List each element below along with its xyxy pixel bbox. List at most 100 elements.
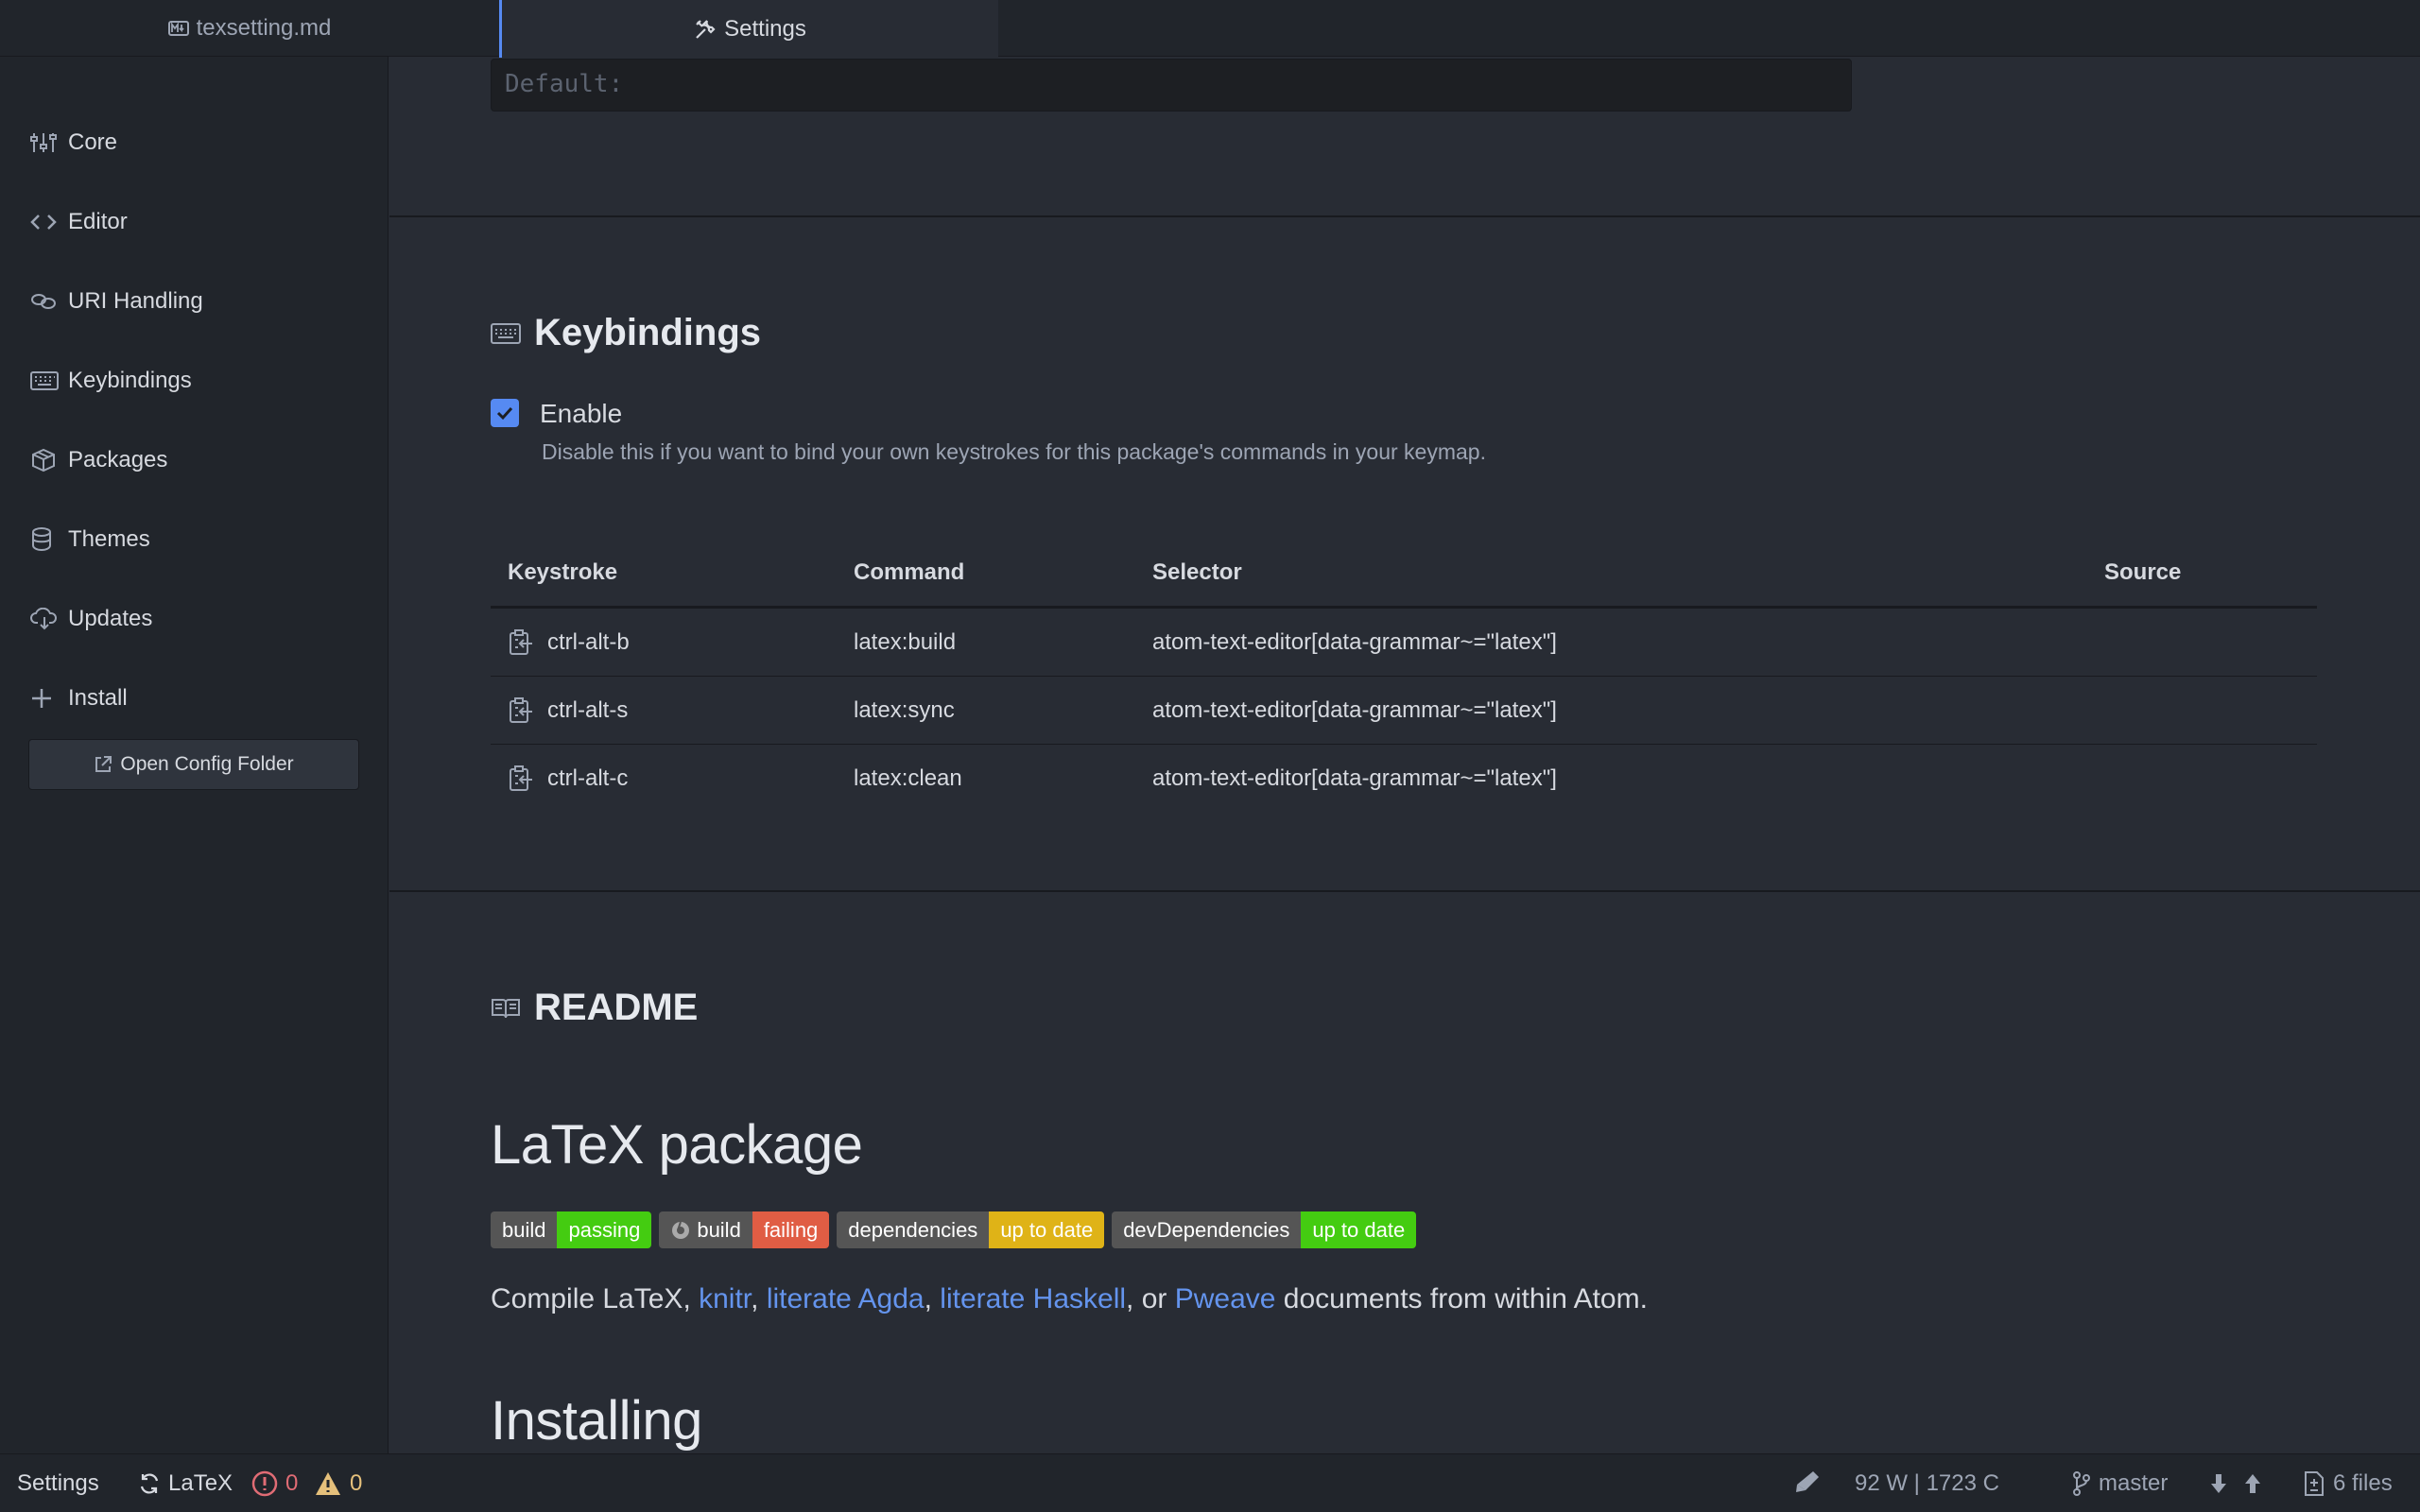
status-teletype[interactable] <box>1794 1454 1823 1512</box>
badge-label: dependencies <box>837 1211 990 1248</box>
clippy-icon[interactable] <box>508 628 534 657</box>
selector-cell: atom-text-editor[data-grammar~="latex"] <box>1152 696 1557 723</box>
files-count: 6 files <box>2333 1470 2393 1496</box>
sidebar-item-label: Install <box>68 685 128 711</box>
column-header-command: Command <box>854 558 965 585</box>
command-cell: latex:clean <box>854 765 962 791</box>
keybindings-table: Keystroke Command Selector Source ctrl-a… <box>491 539 2317 813</box>
column-header-keystroke: Keystroke <box>508 558 618 585</box>
warning-icon <box>314 1470 342 1497</box>
section-divider <box>389 890 2420 892</box>
error-icon <box>251 1470 278 1497</box>
enable-checkbox[interactable] <box>491 399 519 427</box>
keybindings-title: Keybindings <box>534 312 762 353</box>
status-grammar[interactable]: LaTeX <box>138 1454 233 1512</box>
settings-sidebar: Core Editor URI Handling Keybindings Pac… <box>0 57 389 1453</box>
tools-icon <box>694 18 717 41</box>
clippy-icon[interactable] <box>508 696 534 725</box>
installing-heading: Installing <box>491 1390 702 1452</box>
sidebar-item-install[interactable]: Install <box>30 670 371 727</box>
plus-icon <box>30 687 68 710</box>
sidebar-item-label: Core <box>68 129 118 155</box>
tab-settings[interactable]: Settings <box>499 0 998 58</box>
file-diff-icon <box>2303 1470 2325 1497</box>
sidebar-item-editor[interactable]: Editor <box>30 194 371 250</box>
dependencies-badge[interactable]: dependencies up to date <box>837 1211 1105 1248</box>
badge-value: up to date <box>989 1211 1105 1248</box>
build-passing-badge[interactable]: build passing <box>491 1211 652 1248</box>
command-cell: latex:sync <box>854 696 955 723</box>
keybindings-section-title: Keybindings <box>491 312 761 354</box>
knitr-link[interactable]: knitr <box>699 1283 751 1314</box>
sidebar-item-core[interactable]: Core <box>30 114 371 171</box>
error-count: 0 <box>285 1470 299 1496</box>
grammar-label: LaTeX <box>168 1470 233 1496</box>
keystroke-cell: ctrl-alt-s <box>508 677 628 744</box>
selector-cell: atom-text-editor[data-grammar~="latex"] <box>1152 765 1557 791</box>
sidebar-item-uri-handling[interactable]: URI Handling <box>30 273 371 330</box>
readme-title: README <box>534 987 699 1028</box>
sidebar-item-label: Keybindings <box>68 368 192 393</box>
keyboard-icon <box>30 371 68 390</box>
git-pull-button[interactable] <box>2208 1454 2229 1512</box>
sliders-icon <box>30 131 68 154</box>
enable-keybindings-row: Enable <box>491 397 622 431</box>
sidebar-item-updates[interactable]: Updates <box>30 591 371 647</box>
sidebar-item-keybindings[interactable]: Keybindings <box>30 352 371 409</box>
tab-bar: texsetting.md Settings <box>0 0 2420 58</box>
keystroke-text: ctrl-alt-c <box>547 765 629 791</box>
badge-value: passing <box>557 1211 652 1248</box>
sidebar-item-themes[interactable]: Themes <box>30 511 371 568</box>
default-placeholder: Default: <box>505 70 624 98</box>
status-settings-label[interactable]: Settings <box>17 1454 99 1512</box>
keystroke-text: ctrl-alt-s <box>547 696 629 723</box>
default-setting-input[interactable]: Default: <box>491 59 1852 112</box>
dev-dependencies-badge[interactable]: devDependencies up to date <box>1112 1211 1417 1248</box>
tab-label: texsetting.md <box>196 15 332 41</box>
warning-count: 0 <box>350 1470 363 1496</box>
keyboard-icon <box>491 322 521 344</box>
clippy-icon[interactable] <box>508 765 534 793</box>
table-row: ctrl-alt-b latex:build atom-text-editor[… <box>491 609 2317 677</box>
markdown-icon <box>167 21 189 36</box>
status-word-count[interactable]: 92 W | 1723 C <box>1855 1454 1999 1512</box>
arrow-down-icon <box>2211 1474 2226 1493</box>
enable-label[interactable]: Enable <box>540 397 622 431</box>
open-config-folder-label: Open Config Folder <box>120 753 294 775</box>
intro-suffix: documents from within Atom. <box>1275 1283 1648 1314</box>
table-header: Keystroke Command Selector Source <box>491 539 2317 609</box>
code-icon <box>30 213 68 232</box>
sync-icon <box>138 1472 161 1495</box>
tab-texsetting[interactable]: texsetting.md <box>0 0 499 57</box>
keystroke-text: ctrl-alt-b <box>547 628 630 655</box>
readme-heading: LaTeX package <box>491 1114 863 1176</box>
literate-haskell-link[interactable]: literate Haskell <box>940 1283 1126 1314</box>
tab-label: Settings <box>724 15 806 42</box>
sidebar-item-label: Updates <box>68 606 153 631</box>
arrow-up-icon <box>2245 1474 2260 1493</box>
checkmark-icon <box>496 406 513 421</box>
section-divider <box>389 215 2420 217</box>
link-external-icon <box>94 755 112 774</box>
teletype-icon <box>1794 1468 1823 1501</box>
separator: , <box>751 1283 767 1314</box>
status-git-branch[interactable]: master <box>2072 1454 2168 1512</box>
status-warnings[interactable]: 0 <box>314 1454 362 1512</box>
column-header-selector: Selector <box>1152 558 1242 585</box>
open-config-folder-button[interactable]: Open Config Folder <box>28 739 359 790</box>
literate-agda-link[interactable]: literate Agda <box>767 1283 925 1314</box>
sidebar-item-packages[interactable]: Packages <box>30 432 371 489</box>
paintcan-icon <box>30 526 68 553</box>
branch-name: master <box>2099 1470 2169 1496</box>
git-push-button[interactable] <box>2242 1454 2263 1512</box>
sidebar-item-label: Themes <box>68 526 150 552</box>
status-files[interactable]: 6 files <box>2303 1454 2393 1512</box>
pweave-link[interactable]: Pweave <box>1175 1283 1276 1314</box>
badge-label: build <box>491 1211 558 1248</box>
separator: , or <box>1126 1283 1175 1314</box>
table-row: ctrl-alt-s latex:sync atom-text-editor[d… <box>491 677 2317 745</box>
column-header-source: Source <box>2104 558 2182 585</box>
status-errors[interactable]: 0 <box>251 1454 298 1512</box>
build-failing-badge[interactable]: build failing <box>659 1211 830 1248</box>
settings-main: Default: Keybindings Enable Disable this… <box>389 57 2420 1453</box>
